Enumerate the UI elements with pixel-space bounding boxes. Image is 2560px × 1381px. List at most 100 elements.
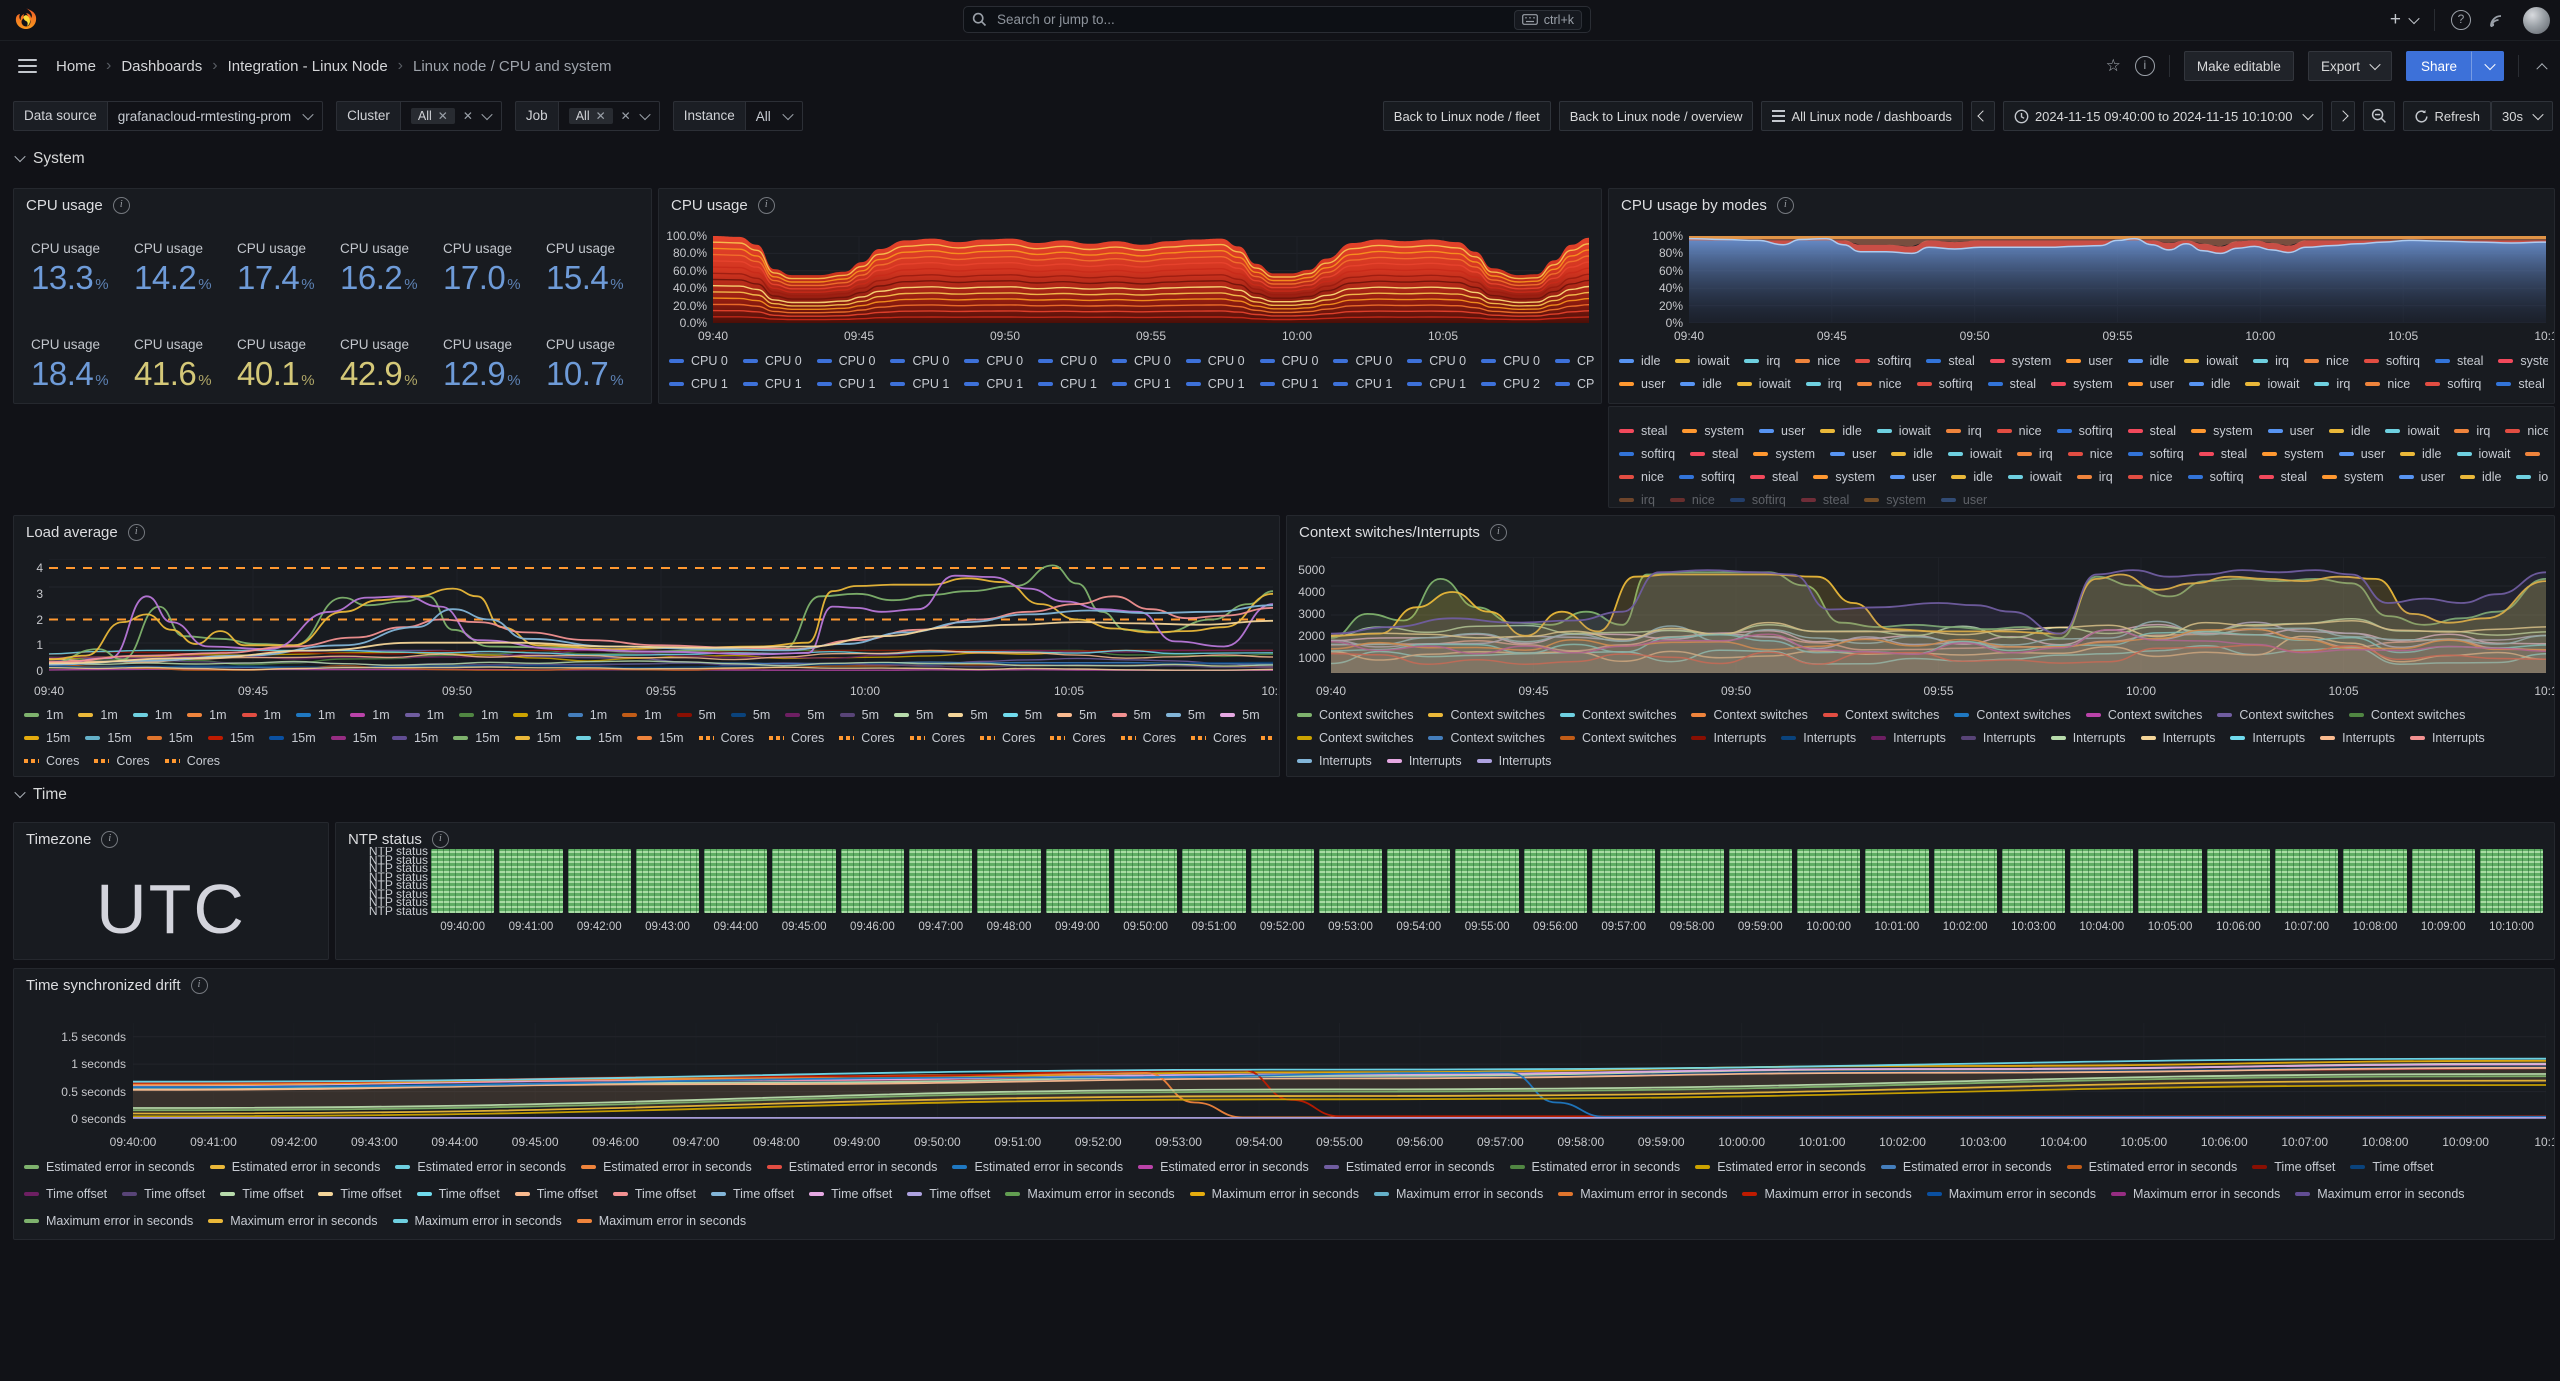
legend-item[interactable]: Time offset [220, 1181, 303, 1206]
legend-item[interactable]: Time offset [711, 1181, 794, 1206]
legend-item[interactable]: Cores [165, 750, 220, 771]
legend-item[interactable]: nice [1857, 373, 1902, 394]
legend-item[interactable]: CPU 1 [1333, 373, 1392, 394]
legend-item[interactable]: CPU 2 [1555, 373, 1595, 394]
breadcrumb-folder[interactable]: Integration - Linux Node [228, 58, 388, 75]
time-range-forward-button[interactable] [2331, 101, 2355, 131]
legend-item[interactable]: system [1990, 350, 2052, 371]
legend-item[interactable]: idle [2189, 373, 2230, 394]
legend-item[interactable]: 15m [637, 727, 683, 748]
legend-item[interactable]: CPU 0 [1407, 350, 1466, 371]
info-icon[interactable]: i [2135, 56, 2155, 76]
legend-item[interactable]: Cores [980, 727, 1035, 748]
menu-icon[interactable] [18, 59, 37, 73]
legend-item[interactable]: Context switches [1560, 727, 1676, 748]
legend-item[interactable]: steal [2259, 466, 2307, 487]
legend-item[interactable]: Estimated error in seconds [1881, 1154, 2052, 1179]
legend-item[interactable]: 1m [133, 704, 172, 725]
clear-icon[interactable]: ✕ [463, 109, 473, 123]
legend-item[interactable]: CPU 0 [1333, 350, 1392, 371]
panel-title[interactable]: Context switches/Interrupts [1299, 524, 1480, 541]
legend-item[interactable]: 5m [894, 704, 933, 725]
legend-item[interactable]: softirq [2188, 466, 2244, 487]
help-icon[interactable]: ? [2451, 10, 2471, 30]
legend-item[interactable]: softirq [1855, 350, 1911, 371]
legend-item[interactable]: 15m [208, 727, 254, 748]
legend-item[interactable]: iowait [2245, 373, 2299, 394]
legend-item[interactable]: irq [2077, 466, 2113, 487]
legend-item[interactable]: softirq [2364, 350, 2420, 371]
legend-item[interactable]: softirq [2057, 420, 2113, 441]
legend-item[interactable]: CPU 0 [1260, 350, 1319, 371]
legend-item[interactable]: nice [2505, 420, 2548, 441]
section-system[interactable]: System [16, 150, 85, 168]
legend-item[interactable]: Cores [94, 750, 149, 771]
legend-item[interactable]: Cores [769, 727, 824, 748]
legend-item[interactable]: CPU 0 [817, 350, 876, 371]
legend-item[interactable]: steal [2128, 420, 2176, 441]
legend-item[interactable]: 1m [513, 704, 552, 725]
breadcrumb-home[interactable]: Home [56, 58, 96, 75]
legend-item[interactable]: Estimated error in seconds [952, 1154, 1123, 1179]
legend-item[interactable]: Cores [1050, 727, 1105, 748]
legend-item[interactable]: steal [1690, 443, 1738, 464]
refresh-button[interactable]: Refresh [2403, 101, 2492, 131]
legend-item[interactable]: Context switches [1560, 704, 1676, 725]
legend-item[interactable]: Cores [24, 750, 79, 771]
legend-item[interactable]: Cores [1121, 727, 1176, 748]
legend-item[interactable]: 1m [622, 704, 661, 725]
legend-item[interactable]: Time offset [2350, 1154, 2433, 1179]
info-icon[interactable]: i [432, 831, 449, 848]
legend-item[interactable]: Interrupts [2051, 727, 2126, 748]
legend-item[interactable]: Time offset [907, 1181, 990, 1206]
legend-item[interactable]: nice [1997, 420, 2042, 441]
legend-item[interactable]: Maximum error in seconds [1374, 1181, 1543, 1206]
legend-item[interactable]: 15m [515, 727, 561, 748]
legend-item[interactable]: user [2339, 443, 2385, 464]
legend-item[interactable]: iowait [1948, 443, 2002, 464]
legend-item[interactable]: Maximum error in seconds [393, 1208, 562, 1233]
user-avatar[interactable] [2523, 7, 2550, 34]
legend-item[interactable]: Time offset [809, 1181, 892, 1206]
legend-item[interactable]: idle [2400, 443, 2441, 464]
legend-item[interactable]: iowait [2457, 443, 2511, 464]
legend-item[interactable]: steal [2435, 350, 2483, 371]
legend-item[interactable]: iowait [1675, 350, 1729, 371]
panel-title[interactable]: CPU usage [671, 197, 748, 214]
legend-item[interactable]: iowait [1737, 373, 1791, 394]
legend-item[interactable]: system [2191, 420, 2253, 441]
link-fleet-button[interactable]: Back to Linux node / fleet [1383, 101, 1551, 131]
legend-item[interactable]: Interrupts [2320, 727, 2395, 748]
share-menu-button[interactable] [2471, 51, 2504, 81]
legend-item[interactable]: 1m [24, 704, 63, 725]
legend-item[interactable]: system [2498, 350, 2548, 371]
add-button[interactable]: + [2390, 9, 2418, 31]
cluster-filter[interactable]: Cluster All✕✕ [336, 101, 502, 131]
panel-title[interactable]: Time synchronized drift [26, 977, 181, 994]
legend-item[interactable]: idle [1891, 443, 1932, 464]
legend-item[interactable]: Cores [699, 727, 754, 748]
legend-item[interactable]: irq [2454, 420, 2490, 441]
legend-item[interactable]: iowait [2008, 466, 2062, 487]
datasource-picker[interactable]: Data source grafanacloud-rmtesting-prom [13, 101, 323, 131]
legend-item[interactable]: user [2399, 466, 2445, 487]
legend-item[interactable]: nice [2304, 350, 2349, 371]
time-range-back-button[interactable] [1971, 101, 1995, 131]
legend-item[interactable]: iowait [2184, 350, 2238, 371]
legend-item[interactable]: system [1864, 489, 1926, 509]
legend-item[interactable]: idle [2460, 466, 2501, 487]
legend-item[interactable]: Time offset [417, 1181, 500, 1206]
legend-item[interactable]: 1m [350, 704, 389, 725]
refresh-interval-picker[interactable]: 30s [2491, 101, 2553, 131]
legend-item[interactable]: softirq [1619, 443, 1675, 464]
legend-item[interactable]: Estimated error in seconds [210, 1154, 381, 1179]
cluster-chip[interactable]: All✕ [411, 108, 455, 124]
legend-item[interactable]: nice [2068, 443, 2113, 464]
legend-item[interactable]: Interrupts [2230, 727, 2305, 748]
legend-item[interactable]: Estimated error in seconds [1510, 1154, 1681, 1179]
legend-item[interactable]: CPU 1 [743, 373, 802, 394]
clear-icon[interactable]: ✕ [621, 109, 631, 123]
legend-item[interactable]: CPU 1 [890, 373, 949, 394]
legend-item[interactable]: 1m [187, 704, 226, 725]
legend-item[interactable]: Estimated error in seconds [24, 1154, 195, 1179]
